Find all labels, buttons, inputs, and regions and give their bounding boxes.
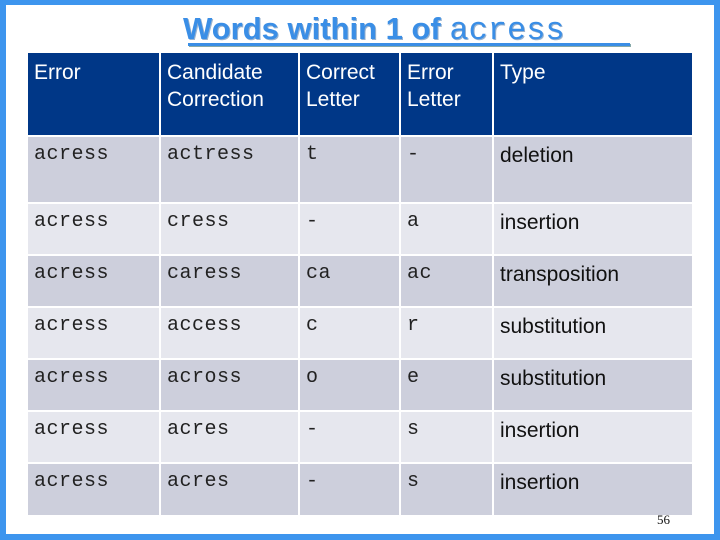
cell-error: acress [28, 360, 159, 410]
header-type: Type [494, 53, 692, 135]
cell-type: substitution [494, 360, 692, 410]
cell-error-letter: s [401, 412, 492, 462]
cell-error: acress [28, 137, 159, 202]
table-row: acress cress - a insertion [28, 204, 692, 254]
header-error: Error [28, 53, 159, 135]
cell-error: acress [28, 308, 159, 358]
header-correct-letter: Correct Letter [300, 53, 399, 135]
cell-type: transposition [494, 256, 692, 306]
cell-error-letter: a [401, 204, 492, 254]
header-candidate-correction: Candidate Correction [161, 53, 298, 135]
cell-candidate: access [161, 308, 298, 358]
cell-error: acress [28, 464, 159, 515]
cell-error-letter: r [401, 308, 492, 358]
cell-error: acress [28, 412, 159, 462]
cell-correct-letter: - [300, 464, 399, 515]
cell-correct-letter: - [300, 204, 399, 254]
cell-correct-letter: - [300, 412, 399, 462]
cell-error-letter: ac [401, 256, 492, 306]
title-prefix: Words within 1 of [183, 11, 450, 46]
cell-correct-letter: c [300, 308, 399, 358]
cell-candidate: cress [161, 204, 298, 254]
cell-type: insertion [494, 464, 692, 515]
cell-candidate: actress [161, 137, 298, 202]
cell-correct-letter: o [300, 360, 399, 410]
page-number: 56 [657, 512, 670, 527]
cell-error: acress [28, 204, 159, 254]
table-row: acress acres - s insertion [28, 464, 692, 515]
cell-candidate: caress [161, 256, 298, 306]
title-underline [188, 43, 630, 46]
table-row: acress across o e substitution [28, 360, 692, 410]
cell-type: substitution [494, 308, 692, 358]
cell-error-letter: e [401, 360, 492, 410]
cell-type: deletion [494, 137, 692, 202]
table-row: acress caress ca ac transposition [28, 256, 692, 306]
cell-correct-letter: t [300, 137, 399, 202]
table-row: acress actress t - deletion [28, 137, 692, 202]
cell-error: acress [28, 256, 159, 306]
cell-error-letter: s [401, 464, 492, 515]
cell-candidate: acres [161, 464, 298, 515]
table-row: acress acres - s insertion [28, 412, 692, 462]
table-header-row: Error Candidate Correction Correct Lette… [28, 53, 692, 135]
cell-candidate: across [161, 360, 298, 410]
cell-error-letter: - [401, 137, 492, 202]
cell-type: insertion [494, 412, 692, 462]
table-row: acress access c r substitution [28, 308, 692, 358]
cell-type: insertion [494, 204, 692, 254]
edit-candidates-table: Error Candidate Correction Correct Lette… [26, 51, 694, 517]
header-error-letter: Error Letter [401, 53, 492, 135]
cell-correct-letter: ca [300, 256, 399, 306]
cell-candidate: acres [161, 412, 298, 462]
